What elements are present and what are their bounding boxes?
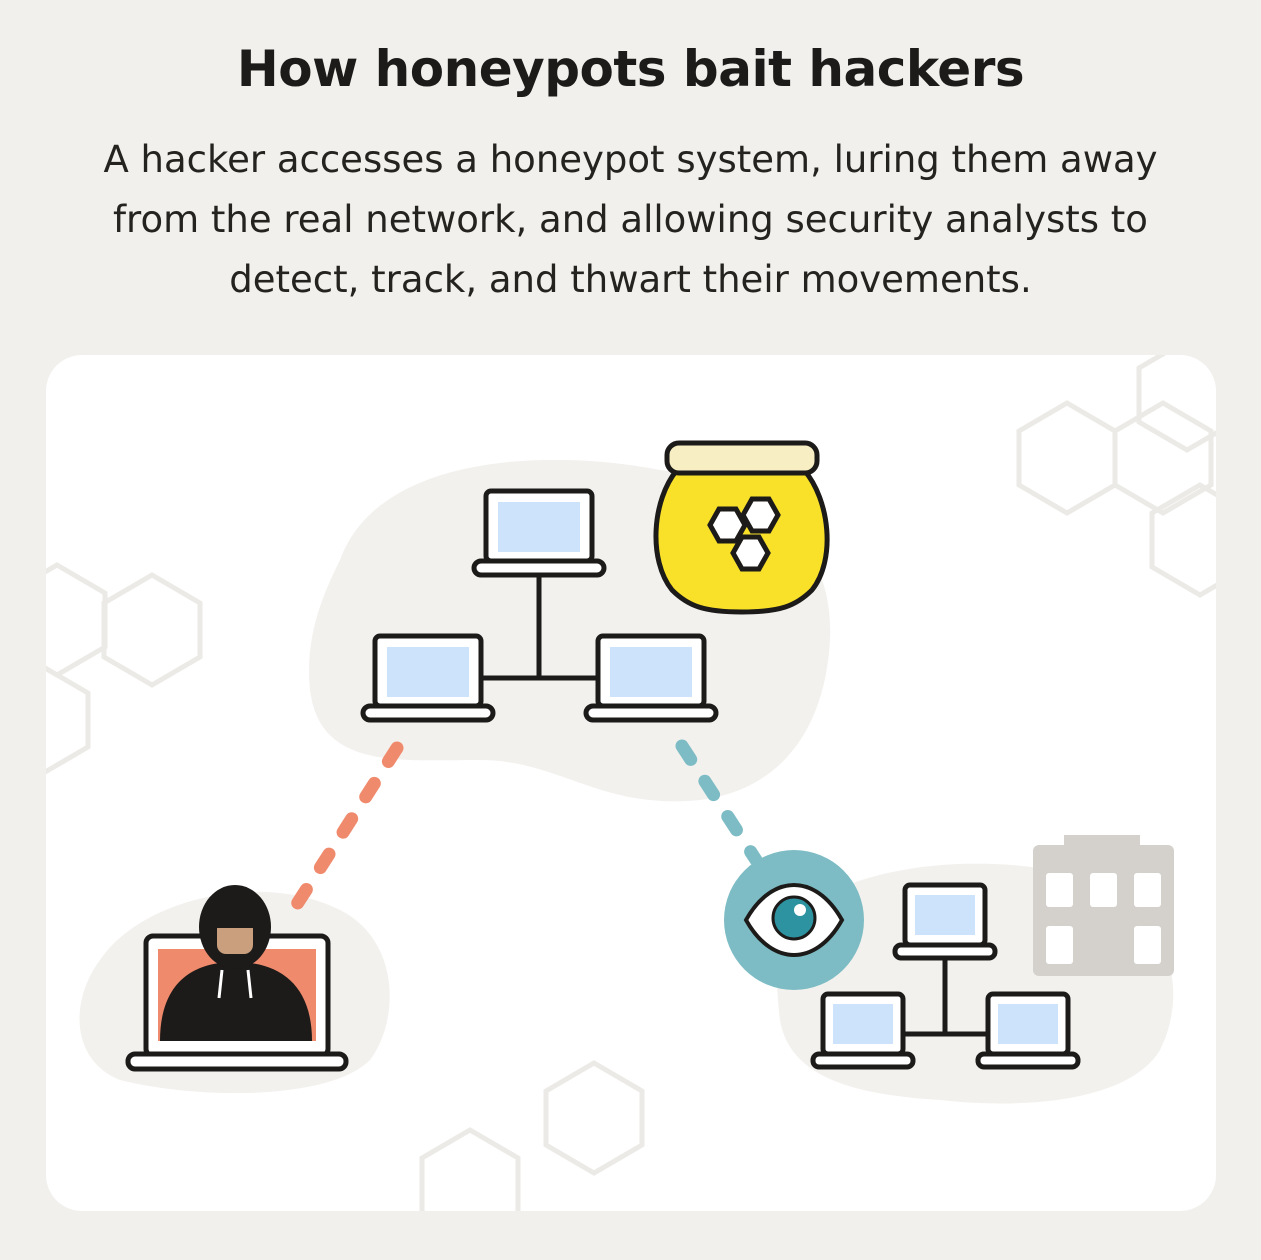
page-title: How honeypots bait hackers [236,40,1025,98]
diagram-panel [46,355,1216,1211]
page-subtitle: A hacker accesses a honeypot system, lur… [103,138,1158,301]
diagram-canvas [46,355,1216,1211]
laptop-icon [813,994,913,1067]
hacker-connection-line [283,741,404,922]
honey-jar-icon [653,440,830,615]
laptop-icon [474,491,604,575]
laptop-icon [895,885,995,958]
infographic: How honeypots bait hackers A hacker acce… [0,0,1261,1260]
laptop-icon [586,636,716,720]
building-icon [1033,835,1174,976]
laptop-icon [363,636,493,720]
eye-icon [724,850,864,990]
laptop-icon [978,994,1078,1067]
